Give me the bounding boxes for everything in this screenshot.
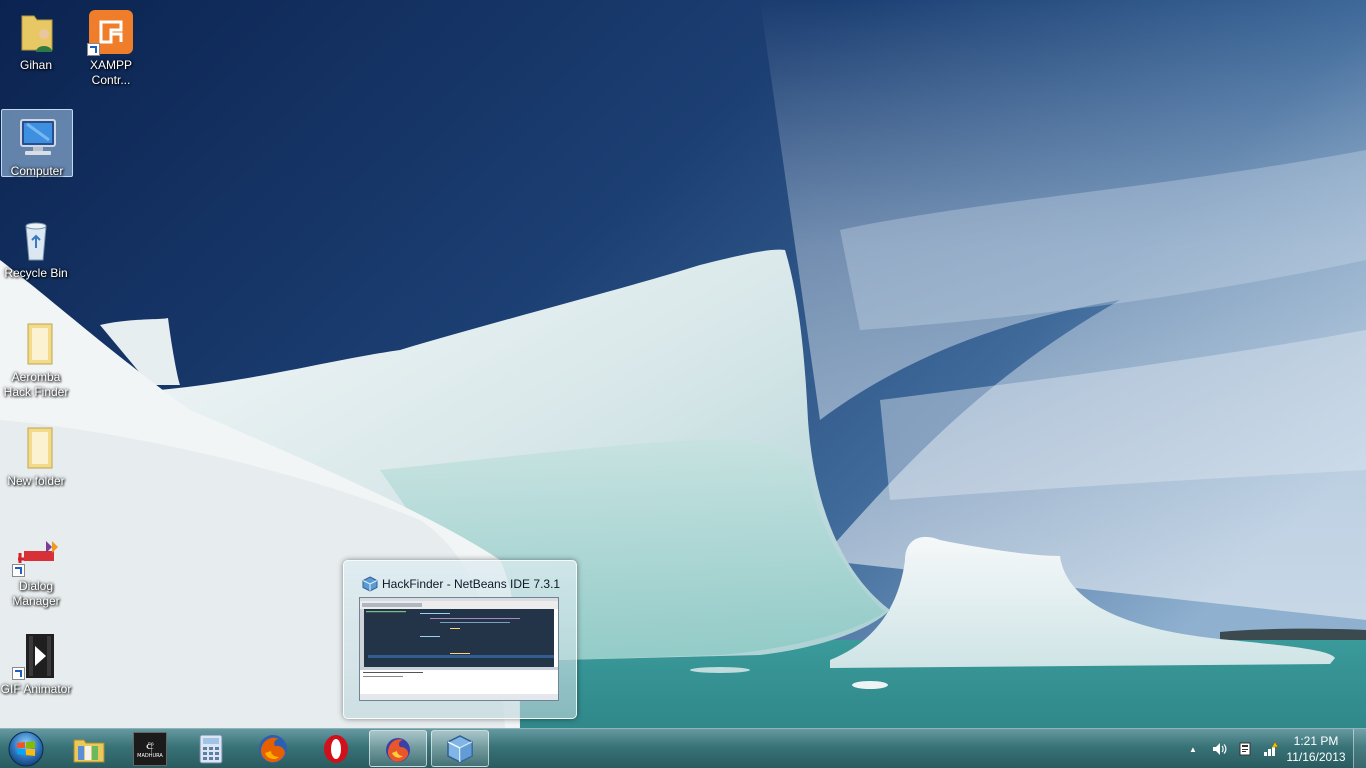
folder-icon xyxy=(12,320,60,368)
clock-date: 11/16/2013 xyxy=(1286,750,1346,764)
madhura-icon: අ MADHURA xyxy=(133,731,167,766)
gif-animator-icon xyxy=(12,632,60,680)
desktop-wallpaper xyxy=(0,0,1366,768)
calculator-icon xyxy=(199,734,223,763)
show-hidden-icons-button[interactable]: ▲ xyxy=(1183,739,1203,759)
taskbar-button-windows-explorer[interactable] xyxy=(60,730,118,767)
netbeans-cube-icon xyxy=(362,576,378,592)
system-clock[interactable]: 1:21 PM 11/16/2013 xyxy=(1280,733,1352,765)
window-thumbnail-image xyxy=(359,597,559,701)
windows-orb-icon xyxy=(8,731,44,767)
madhura-label: MADHURA xyxy=(137,752,163,759)
desktop-icon-xampp[interactable]: XAMPP Contr... xyxy=(75,4,147,100)
desktop-icon-computer[interactable]: Computer xyxy=(1,109,73,178)
recycle-bin-icon xyxy=(12,216,60,264)
desktop-icon-label: Computer xyxy=(10,164,64,178)
system-tray: ▲ xyxy=(1180,735,1284,763)
volume-icon[interactable] xyxy=(1209,739,1229,759)
chevron-up-icon: ▲ xyxy=(1189,744,1197,754)
folder-library-icon xyxy=(73,739,105,762)
action-center-icon[interactable] xyxy=(1235,739,1255,759)
desktop-icon-recycle-bin[interactable]: Recycle Bin xyxy=(0,212,72,308)
taskbar-button-firefox[interactable] xyxy=(244,730,302,767)
taskbar-button-firefox-nightly[interactable] xyxy=(369,730,427,767)
desktop-icon-label: Dialog Manager xyxy=(12,579,60,608)
opera-icon xyxy=(324,734,348,763)
preview-window-title: HackFinder - NetBeans IDE 7.3.1 xyxy=(382,577,561,591)
desktop-icon-dialog-manager[interactable]: Dialog Manager xyxy=(0,525,72,621)
desktop-icon-gihan[interactable]: Gihan xyxy=(0,4,72,100)
xampp-icon xyxy=(87,8,135,56)
show-desktop-button[interactable] xyxy=(1353,729,1366,768)
shortcut-arrow-icon xyxy=(87,43,100,56)
user-folder-icon xyxy=(12,8,60,56)
desktop-icon-label: XAMPP Contr... xyxy=(89,58,132,87)
shortcut-arrow-icon xyxy=(12,667,25,680)
taskbar-button-calculator[interactable] xyxy=(182,730,240,767)
desktop-icon-gif-animator[interactable]: GIF Animator xyxy=(0,628,72,724)
taskbar-button-opera[interactable] xyxy=(307,730,365,767)
computer-icon xyxy=(13,114,61,162)
shortcut-arrow-icon xyxy=(12,564,25,577)
desktop-icon-aeromba-hack-finder[interactable]: Aeromba Hack Finder xyxy=(0,316,72,412)
netbeans-cube-icon xyxy=(447,734,473,763)
desktop-icon-new-folder[interactable]: New folder xyxy=(0,420,72,516)
taskbar-button-madhura[interactable]: අ MADHURA xyxy=(121,730,179,767)
desktop-icon-label: Gihan xyxy=(19,58,53,72)
taskbar-thumbnail-preview[interactable]: HackFinder - NetBeans IDE 7.3.1 xyxy=(343,560,577,719)
clock-time: 1:21 PM xyxy=(1293,734,1339,748)
folder-icon xyxy=(12,424,60,472)
taskbar-button-netbeans[interactable] xyxy=(431,730,489,767)
desktop-icon-label: New folder xyxy=(7,474,65,488)
desktop-icon-label: Aeromba Hack Finder xyxy=(3,370,69,399)
network-icon[interactable] xyxy=(1261,739,1281,759)
desktop-icon-label: GIF Animator xyxy=(0,682,72,696)
firefox-nightly-icon xyxy=(386,737,410,762)
start-button[interactable] xyxy=(4,730,48,768)
firefox-icon xyxy=(259,734,287,763)
taskbar: අ MADHURA ▲ 1:21 PM 11/16/2013 xyxy=(0,728,1366,768)
dialog-icon xyxy=(12,529,60,577)
desktop-icon-label: Recycle Bin xyxy=(4,266,68,280)
